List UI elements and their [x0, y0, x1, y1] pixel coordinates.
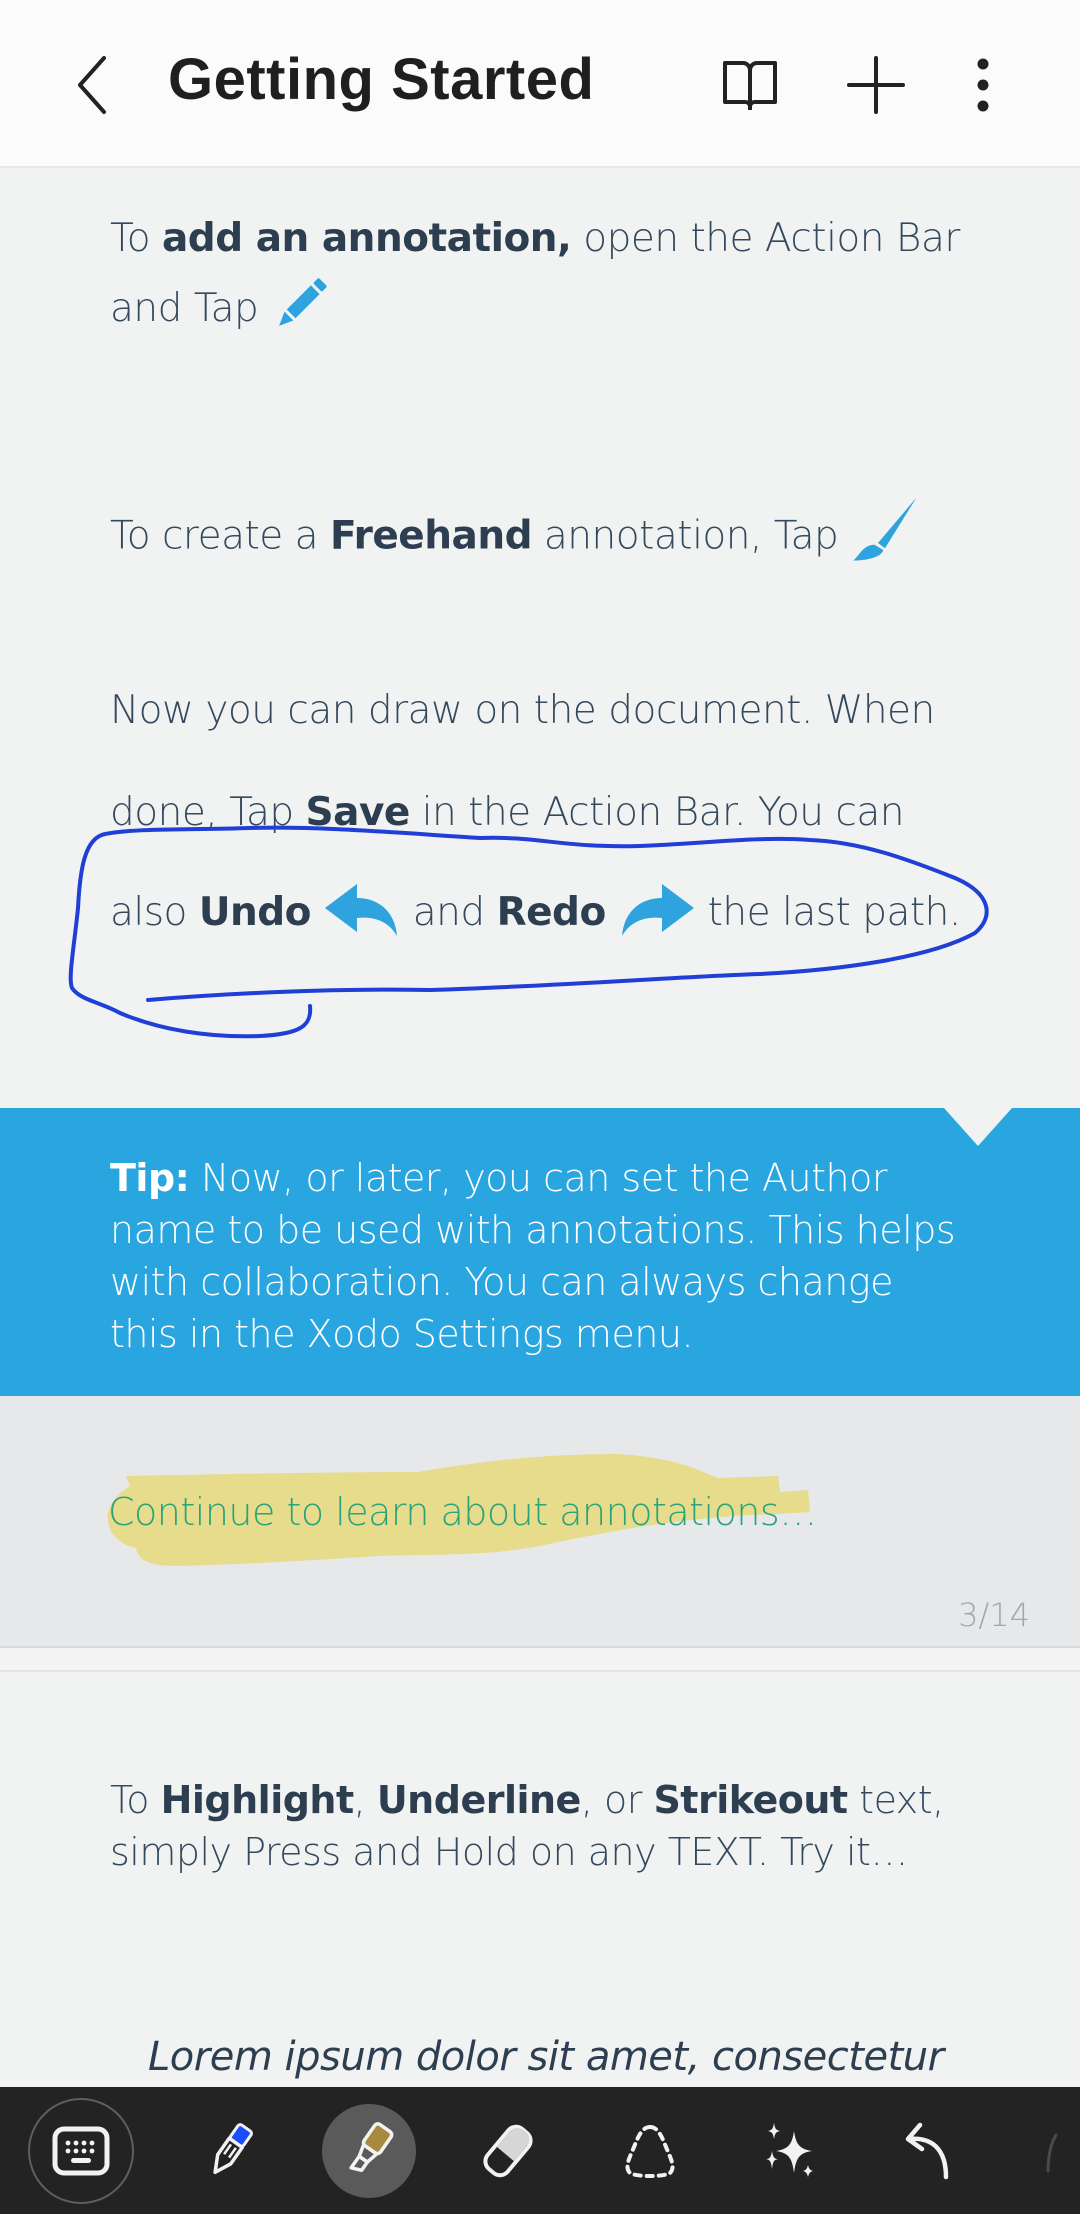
lasso-tool-button[interactable] — [600, 2101, 700, 2201]
eraser-tool-button[interactable] — [458, 2101, 558, 2201]
more-vertical-icon — [977, 58, 989, 112]
document-viewer[interactable]: To add an annotation, open the Action Ba… — [0, 168, 1080, 2087]
tip-text: Tip: Now, or later, you can set the Auth… — [110, 1156, 956, 1356]
lorem-text: Lorem ipsum dolor sit amet, consectetur — [148, 2034, 944, 2080]
tip-banner: Tip: Now, or later, you can set the Auth… — [0, 1108, 1080, 1396]
book-view-button[interactable] — [715, 50, 785, 120]
back-button[interactable] — [62, 52, 122, 118]
page-separator — [0, 1648, 1080, 1672]
undo-button[interactable] — [880, 2101, 980, 2201]
add-button[interactable] — [841, 50, 911, 120]
lasso-select-icon — [625, 2124, 675, 2178]
add-icon — [847, 56, 905, 114]
pen-icon — [213, 2123, 253, 2175]
continue-link[interactable]: Continue to learn about annotations… — [108, 1490, 817, 1534]
pen-tool-button[interactable] — [180, 2101, 280, 2201]
keyboard-button[interactable] — [28, 2098, 134, 2204]
page-title: Getting Started — [168, 47, 595, 112]
more-options-button[interactable] — [948, 50, 1018, 120]
toolbar-scroll-hint — [1040, 2131, 1060, 2175]
ai-sparkle-button[interactable] — [740, 2101, 840, 2201]
highlighter-tool-button[interactable] — [322, 2104, 416, 2198]
undo-icon — [905, 2122, 949, 2180]
back-chevron-icon — [78, 56, 106, 114]
app-bar: Getting Started — [0, 0, 1080, 168]
book-view-icon — [723, 61, 777, 110]
keyboard-icon — [52, 2126, 110, 2176]
sparkle-icon — [766, 2123, 813, 2177]
eraser-icon — [483, 2124, 533, 2178]
highlighter-icon — [349, 2122, 394, 2173]
annotation-toolbar — [0, 2087, 1080, 2214]
freehand-ink-annotation[interactable] — [0, 168, 1080, 1068]
tip-notch — [944, 1108, 1012, 1146]
paragraph-highlight-line2: simply Press and Hold on any TEXT. Try i… — [110, 1830, 908, 1874]
continue-section: Continue to learn about annotations… 3/1… — [0, 1396, 1080, 1648]
page-indicator: 3/14 — [958, 1596, 1030, 1634]
paragraph-highlight: To Highlight, Underline, or Strikeout te… — [110, 1778, 944, 1822]
